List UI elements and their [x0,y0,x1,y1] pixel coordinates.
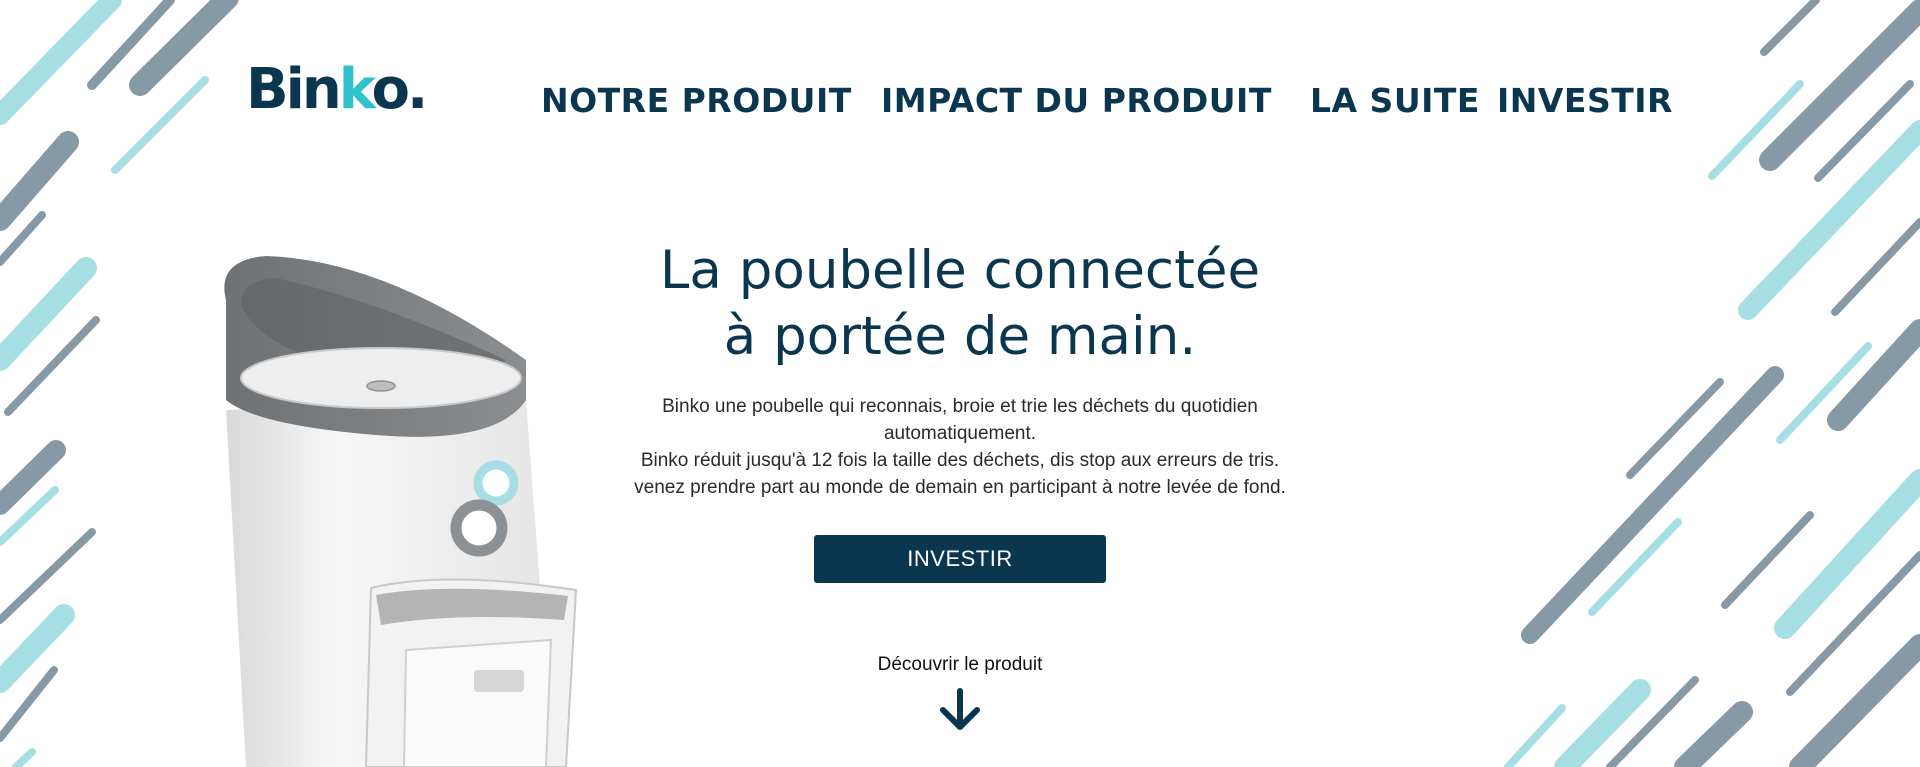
hero-description-line: venez prendre part au monde de demain en… [634,477,1286,498]
hero-description-line: Binko réduit jusqu'à 12 fois la taille d… [640,450,1280,471]
hero-title-line-2: à portée de main. [723,306,1197,367]
arrow-down-icon[interactable] [937,688,983,734]
investir-button[interactable]: INVESTIR [814,535,1106,583]
nav-link-investir[interactable]: INVESTIR [1497,84,1673,117]
nav-link-la-suite[interactable]: LA SUITE [1310,84,1480,117]
hero-description-line: automatiquement. [883,423,1037,444]
brand-logo[interactable]: Binko. [246,62,428,118]
logo-text-accent: k [338,57,375,122]
hero-description: Binko une poubelle qui reconnais, broie … [590,393,1330,501]
hero-title-line-1: La poubelle connectée [659,240,1261,301]
logo-text-main: Bin [246,57,342,122]
nav-link-notre-produit[interactable]: NOTRE PRODUIT [541,84,852,117]
logo-text-tail: o. [371,57,429,122]
hero-description-line: Binko une poubelle qui reconnais, broie … [662,396,1258,417]
hero-title: La poubelle connectée à portée de main. [560,238,1360,370]
discover-product-link[interactable]: Découvrir le produit [760,654,1160,676]
nav-link-impact-du-produit[interactable]: IMPACT DU PRODUIT [881,84,1272,117]
smart-bin-product-image [224,256,578,767]
